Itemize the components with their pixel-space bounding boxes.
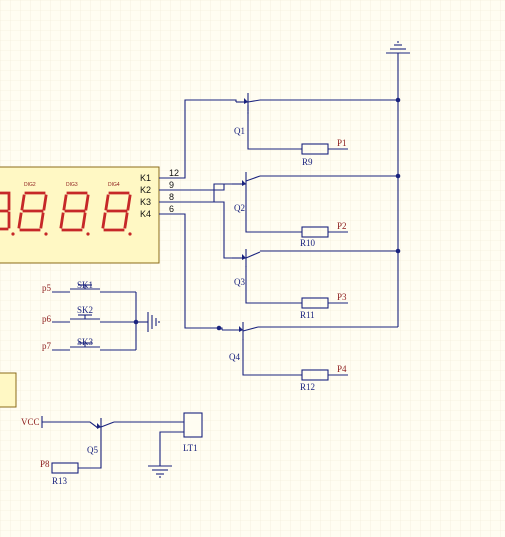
pin-9-number: 9: [169, 180, 174, 190]
pin-k3-label: K3: [140, 197, 151, 207]
dig3-label: DIG3: [66, 182, 78, 188]
pin-k4-label: K4: [140, 209, 151, 219]
p5-net-label: p5: [42, 283, 52, 293]
p7-net-label: p7: [42, 341, 52, 351]
q2-label: Q2: [234, 203, 245, 213]
junction: [216, 325, 222, 331]
grid-background: [0, 0, 505, 537]
sk2-label: SK2: [77, 305, 93, 315]
dig4-label: DIG4: [108, 182, 120, 188]
sk3-label: SK3: [77, 337, 94, 347]
p8-net-label: P8: [40, 459, 50, 469]
pin-k1-label: K1: [140, 173, 151, 183]
p3-net-label: P3: [337, 292, 347, 302]
lt1-label: LT1: [183, 443, 198, 453]
schematic-sheet: Q1 R9 P1 Q2 R10 P2 Q3 R11 P3 Q4 R12 P4 D…: [0, 0, 505, 537]
buzzer-lt1[interactable]: [183, 412, 203, 438]
r13-label: R13: [52, 476, 68, 486]
pin-k2-label: K2: [140, 185, 151, 195]
r12-label: R12: [300, 382, 315, 392]
p6-net-label: p6: [42, 314, 52, 324]
sk1-label: SK1: [77, 280, 93, 290]
junction: [133, 319, 139, 325]
r11-label: R11: [300, 310, 315, 320]
q1-label: Q1: [234, 126, 245, 136]
p2-net-label: P2: [337, 221, 347, 231]
pin-8-number: 8: [169, 192, 174, 202]
pin-6-number: 6: [169, 204, 174, 214]
q4-label: Q4: [229, 352, 240, 362]
r10-label: R10: [300, 238, 316, 248]
p1-net-label: P1: [337, 138, 347, 148]
p4-net-label: P4: [337, 364, 347, 374]
q5-label: Q5: [87, 445, 98, 455]
q3-label: Q3: [234, 277, 245, 287]
partial-component: [0, 372, 17, 408]
dig2-label: DIG2: [24, 182, 36, 188]
pin-12-number: 12: [169, 168, 179, 178]
vcc-label: VCC: [21, 417, 40, 427]
r9-label: R9: [302, 157, 313, 167]
